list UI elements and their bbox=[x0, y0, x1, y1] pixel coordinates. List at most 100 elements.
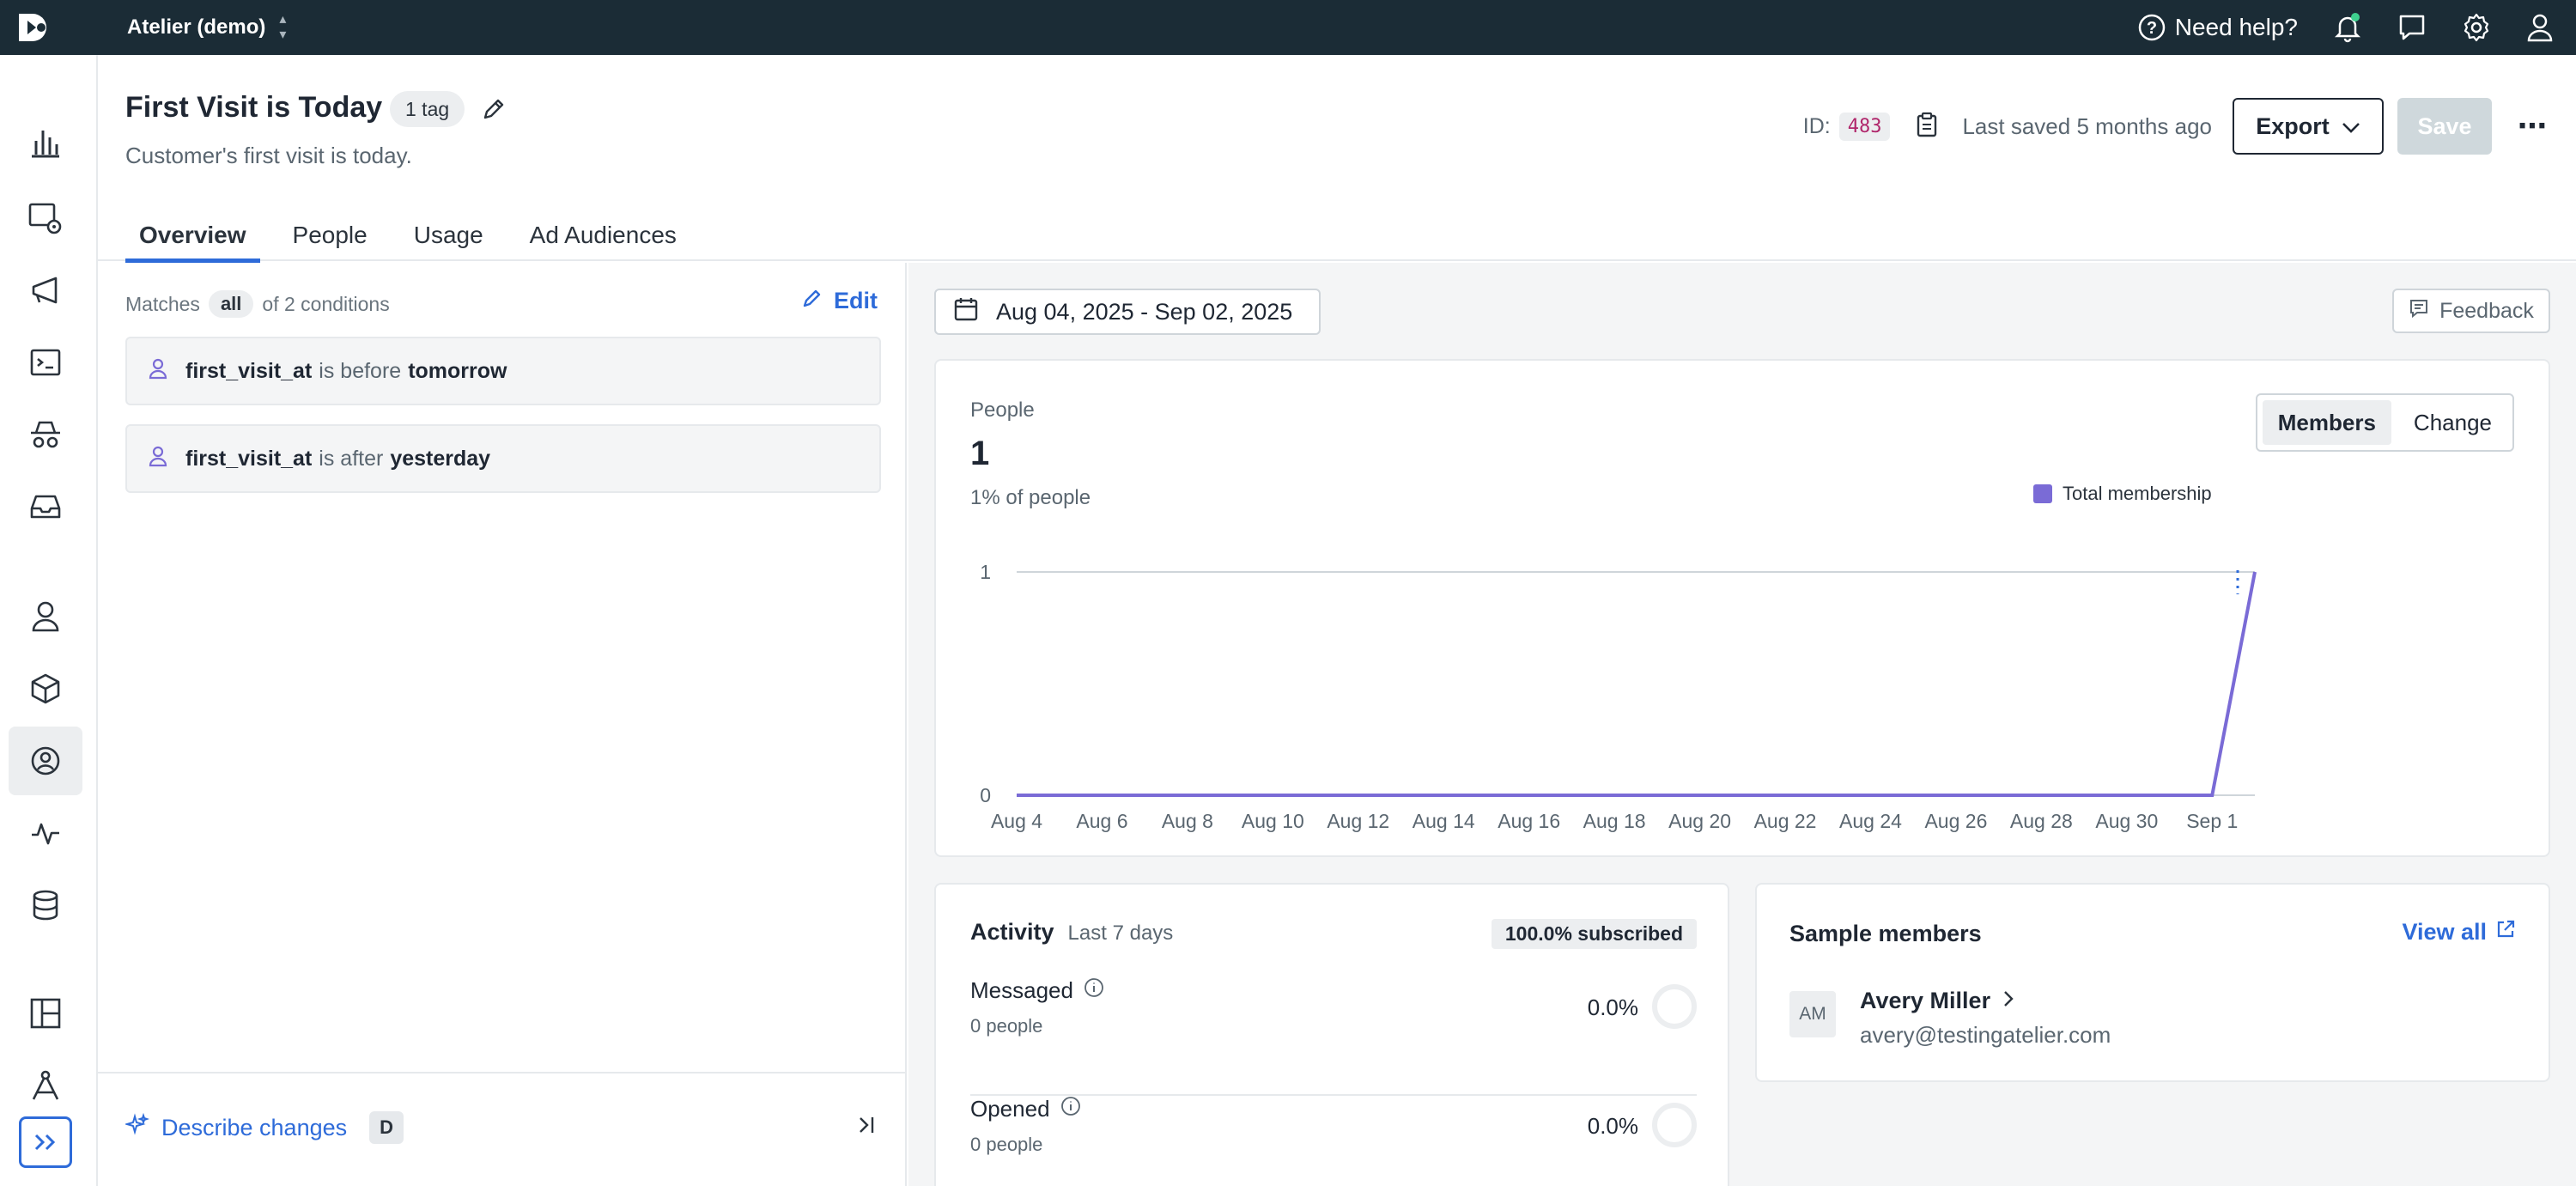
nav-data-icon[interactable] bbox=[9, 871, 82, 940]
export-button[interactable]: Export bbox=[2233, 98, 2384, 155]
nav-analytics-icon[interactable] bbox=[9, 108, 82, 177]
nav-rail bbox=[0, 55, 98, 1186]
edit-label: Edit bbox=[834, 288, 878, 313]
nav-transactional-icon[interactable] bbox=[9, 328, 82, 397]
overview-panel: Aug 04, 2025 - Sep 02, 2025 Feedback Peo… bbox=[908, 263, 2576, 1186]
info-icon[interactable] bbox=[1084, 977, 1104, 1004]
member-name-link[interactable]: Avery Miller bbox=[1860, 988, 2014, 1014]
condition-row[interactable]: first_visit_at is before tomorrow bbox=[125, 337, 881, 405]
metric-people: 0 people bbox=[970, 1015, 1043, 1037]
help-button[interactable]: ? Need help? bbox=[2137, 13, 2298, 42]
nav-layout-icon[interactable] bbox=[9, 979, 82, 1048]
y-tick-label: 1 bbox=[980, 561, 991, 583]
activity-title: Activity bbox=[970, 919, 1054, 945]
x-tick-label: Aug 8 bbox=[1162, 810, 1213, 832]
date-range-picker[interactable]: Aug 04, 2025 - Sep 02, 2025 bbox=[934, 289, 1321, 335]
nav-campaigns-icon[interactable] bbox=[9, 256, 82, 325]
legend-swatch bbox=[2033, 484, 2052, 503]
nav-objects-icon[interactable] bbox=[9, 654, 82, 723]
tab-usage[interactable]: Usage bbox=[400, 210, 497, 261]
feedback-label: Feedback bbox=[2439, 298, 2534, 323]
expand-nav-icon[interactable] bbox=[19, 1116, 72, 1168]
condition-field: first_visit_at bbox=[185, 358, 313, 383]
activity-card: Activity Last 7 days 100.0% subscribed M… bbox=[934, 883, 1729, 1186]
nav-inbox-icon[interactable] bbox=[9, 472, 82, 541]
sample-members-card: Sample members View all AM Avery Miller … bbox=[1755, 883, 2550, 1082]
metric-ring bbox=[1652, 984, 1697, 1029]
chat-icon[interactable] bbox=[2397, 13, 2427, 42]
feedback-icon bbox=[2409, 298, 2429, 325]
edit-conditions-button[interactable]: Edit bbox=[801, 287, 878, 315]
members-change-toggle: Members Change bbox=[2255, 393, 2514, 452]
user-icon[interactable] bbox=[2526, 13, 2554, 42]
more-options-icon[interactable]: ⋯ bbox=[2518, 109, 2549, 143]
chevron-updown-icon: ▴ ▾ bbox=[279, 12, 287, 42]
nav-people-icon[interactable] bbox=[9, 582, 82, 651]
chart-legend: Total membership bbox=[2033, 483, 2212, 505]
tab-overview[interactable]: Overview bbox=[125, 210, 260, 263]
tab-ad-audiences[interactable]: Ad Audiences bbox=[516, 210, 690, 261]
toggle-change[interactable]: Change bbox=[2398, 400, 2507, 445]
x-tick-label: Aug 10 bbox=[1242, 810, 1304, 832]
avatar: AM bbox=[1789, 991, 1836, 1037]
info-icon[interactable] bbox=[1060, 1096, 1081, 1122]
member-email: avery@testingatelier.com bbox=[1860, 1022, 2111, 1048]
x-tick-label: Aug 24 bbox=[1839, 810, 1902, 832]
collapse-panel-icon[interactable] bbox=[857, 1115, 878, 1140]
x-tick-label: Aug 30 bbox=[2095, 810, 2158, 832]
nav-broadcast-icon[interactable] bbox=[9, 184, 82, 252]
matches-summary: Matches all of 2 conditions bbox=[125, 290, 390, 318]
pencil-icon bbox=[801, 287, 823, 315]
describe-changes-button[interactable]: Describe changes D bbox=[124, 1111, 404, 1144]
series-line bbox=[1017, 571, 2257, 797]
x-tick-label: Sep 1 bbox=[2186, 810, 2238, 832]
y-tick-label: 0 bbox=[980, 784, 991, 806]
view-all-link[interactable]: View all bbox=[2402, 919, 2516, 946]
toggle-members[interactable]: Members bbox=[2262, 400, 2391, 445]
page-title: First Visit is Today bbox=[125, 91, 383, 124]
x-tick-label: Aug 4 bbox=[991, 810, 1042, 832]
x-tick-label: Aug 14 bbox=[1413, 810, 1475, 832]
workspace-switcher[interactable]: Atelier (demo) ▴ ▾ bbox=[127, 12, 286, 43]
bell-icon[interactable] bbox=[2332, 12, 2363, 43]
save-button[interactable]: Save bbox=[2397, 98, 2492, 155]
describe-changes-bar: Describe changes D bbox=[98, 1072, 905, 1186]
feedback-button[interactable]: Feedback bbox=[2392, 289, 2550, 333]
logo-icon[interactable] bbox=[15, 9, 53, 46]
export-label: Export bbox=[2256, 113, 2330, 139]
metric-row: Opened 0 people 0.0% bbox=[970, 1096, 1697, 1186]
people-label: People bbox=[970, 398, 1035, 422]
top-bar: Atelier (demo) ▴ ▾ ? Need help? bbox=[0, 0, 2576, 55]
person-icon bbox=[148, 357, 168, 386]
calendar-icon bbox=[953, 296, 979, 328]
nav-activity-icon[interactable] bbox=[9, 799, 82, 867]
tag-badge[interactable]: 1 tag bbox=[390, 91, 465, 127]
sample-members-title: Sample members bbox=[1789, 921, 1982, 946]
help-label: Need help? bbox=[2174, 14, 2298, 40]
id-value: 483 bbox=[1838, 112, 1891, 141]
matches-label: Matches bbox=[125, 292, 200, 315]
condition-row[interactable]: first_visit_at is after yesterday bbox=[125, 424, 881, 493]
nav-segments-icon[interactable] bbox=[9, 727, 82, 795]
conditions-count: of 2 conditions bbox=[262, 292, 390, 315]
subscribed-badge: 100.0% subscribed bbox=[1491, 919, 1697, 949]
pencil-icon[interactable] bbox=[481, 96, 507, 126]
nav-spy-icon[interactable] bbox=[9, 400, 82, 469]
gear-icon[interactable] bbox=[2461, 12, 2492, 43]
external-link-icon bbox=[2495, 919, 2516, 946]
x-tick-label: Aug 16 bbox=[1498, 810, 1560, 832]
sparkle-icon bbox=[124, 1112, 150, 1143]
id-label: ID: bbox=[1802, 113, 1831, 138]
clipboard-icon[interactable] bbox=[1916, 112, 1938, 142]
x-tick-label: Aug 20 bbox=[1668, 810, 1731, 832]
svg-text:?: ? bbox=[2147, 19, 2157, 38]
conditions-panel: Matches all of 2 conditions Edit first_v… bbox=[98, 263, 907, 1186]
tab-people[interactable]: People bbox=[279, 210, 381, 261]
metric-people: 0 people bbox=[970, 1134, 1043, 1155]
metric-label: Messaged bbox=[970, 977, 1073, 1003]
shortcut-badge: D bbox=[369, 1111, 404, 1144]
activity-period: Last 7 days bbox=[1067, 921, 1174, 945]
nav-integrations-icon[interactable] bbox=[9, 1051, 82, 1120]
person-icon bbox=[148, 445, 168, 473]
condition-operator: is after bbox=[319, 446, 384, 471]
